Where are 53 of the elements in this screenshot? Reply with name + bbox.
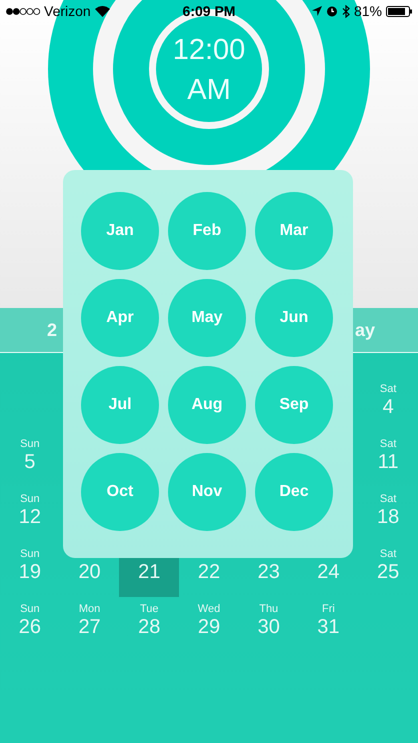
bluetooth-icon xyxy=(342,4,350,18)
day-number[interactable]: 26 xyxy=(18,615,41,639)
day-number[interactable]: 27 xyxy=(78,615,101,639)
month-button[interactable]: Sep xyxy=(255,366,333,444)
weekday-label: Thu xyxy=(259,603,278,615)
day-number[interactable]: 21 xyxy=(138,560,160,584)
day-number[interactable]: 11 xyxy=(378,450,399,474)
month-button[interactable]: Oct xyxy=(81,453,159,531)
weekday-label: Sun xyxy=(20,493,40,505)
battery-icon xyxy=(386,6,412,16)
weekday-label: Mon xyxy=(78,603,100,615)
month-button[interactable]: May xyxy=(168,279,246,357)
weekday-label: Sat xyxy=(380,493,396,505)
month-button[interactable]: Jan xyxy=(81,192,159,270)
weekday-label: Sat xyxy=(380,438,396,450)
alarm-clock-icon xyxy=(326,5,338,17)
month-label[interactable]: ay xyxy=(354,320,375,340)
day-number[interactable]: 29 xyxy=(198,615,220,639)
month-button[interactable]: Feb xyxy=(168,192,246,270)
day-number[interactable]: 25 xyxy=(377,560,400,584)
month-button[interactable]: Apr xyxy=(81,279,159,357)
month-button[interactable]: Dec xyxy=(255,453,333,531)
day-number[interactable]: 28 xyxy=(138,615,160,639)
wifi-icon xyxy=(94,6,110,16)
weekday-label: Sun xyxy=(20,548,40,560)
day-number[interactable]: 31 xyxy=(317,615,340,639)
day-number[interactable]: 30 xyxy=(258,615,280,639)
month-button[interactable]: Nov xyxy=(168,453,246,531)
weekday-label: Sun xyxy=(20,603,40,615)
month-button[interactable]: Jun xyxy=(255,279,333,357)
weekday-label: Sat xyxy=(380,548,396,560)
weekday-label: Sat xyxy=(380,383,396,395)
weekday-label: Fri xyxy=(322,603,335,615)
day-number[interactable]: 12 xyxy=(18,505,41,529)
day-number[interactable]: 24 xyxy=(317,560,340,584)
month-button[interactable]: Aug xyxy=(168,366,246,444)
month-button[interactable]: Jul xyxy=(81,366,159,444)
weekday-label: Wed xyxy=(198,603,220,615)
day-number[interactable]: 23 xyxy=(258,560,280,584)
weekday-label: Tue xyxy=(140,603,159,615)
weekday-label: Sun xyxy=(20,438,40,450)
day-number[interactable]: 5 xyxy=(24,450,36,474)
day-number[interactable]: 18 xyxy=(377,505,400,529)
clock-period[interactable]: AM xyxy=(187,70,231,110)
day-number[interactable]: 20 xyxy=(78,560,101,584)
location-arrow-icon xyxy=(312,6,322,16)
day-number[interactable]: 19 xyxy=(18,560,41,584)
year-label[interactable]: 2 xyxy=(47,320,58,340)
day-number[interactable]: 4 xyxy=(382,395,394,419)
signal-icon xyxy=(6,8,40,14)
day-number[interactable]: 22 xyxy=(198,560,220,584)
clock-time[interactable]: 12:00 xyxy=(172,30,246,70)
month-button[interactable]: Mar xyxy=(255,192,333,270)
